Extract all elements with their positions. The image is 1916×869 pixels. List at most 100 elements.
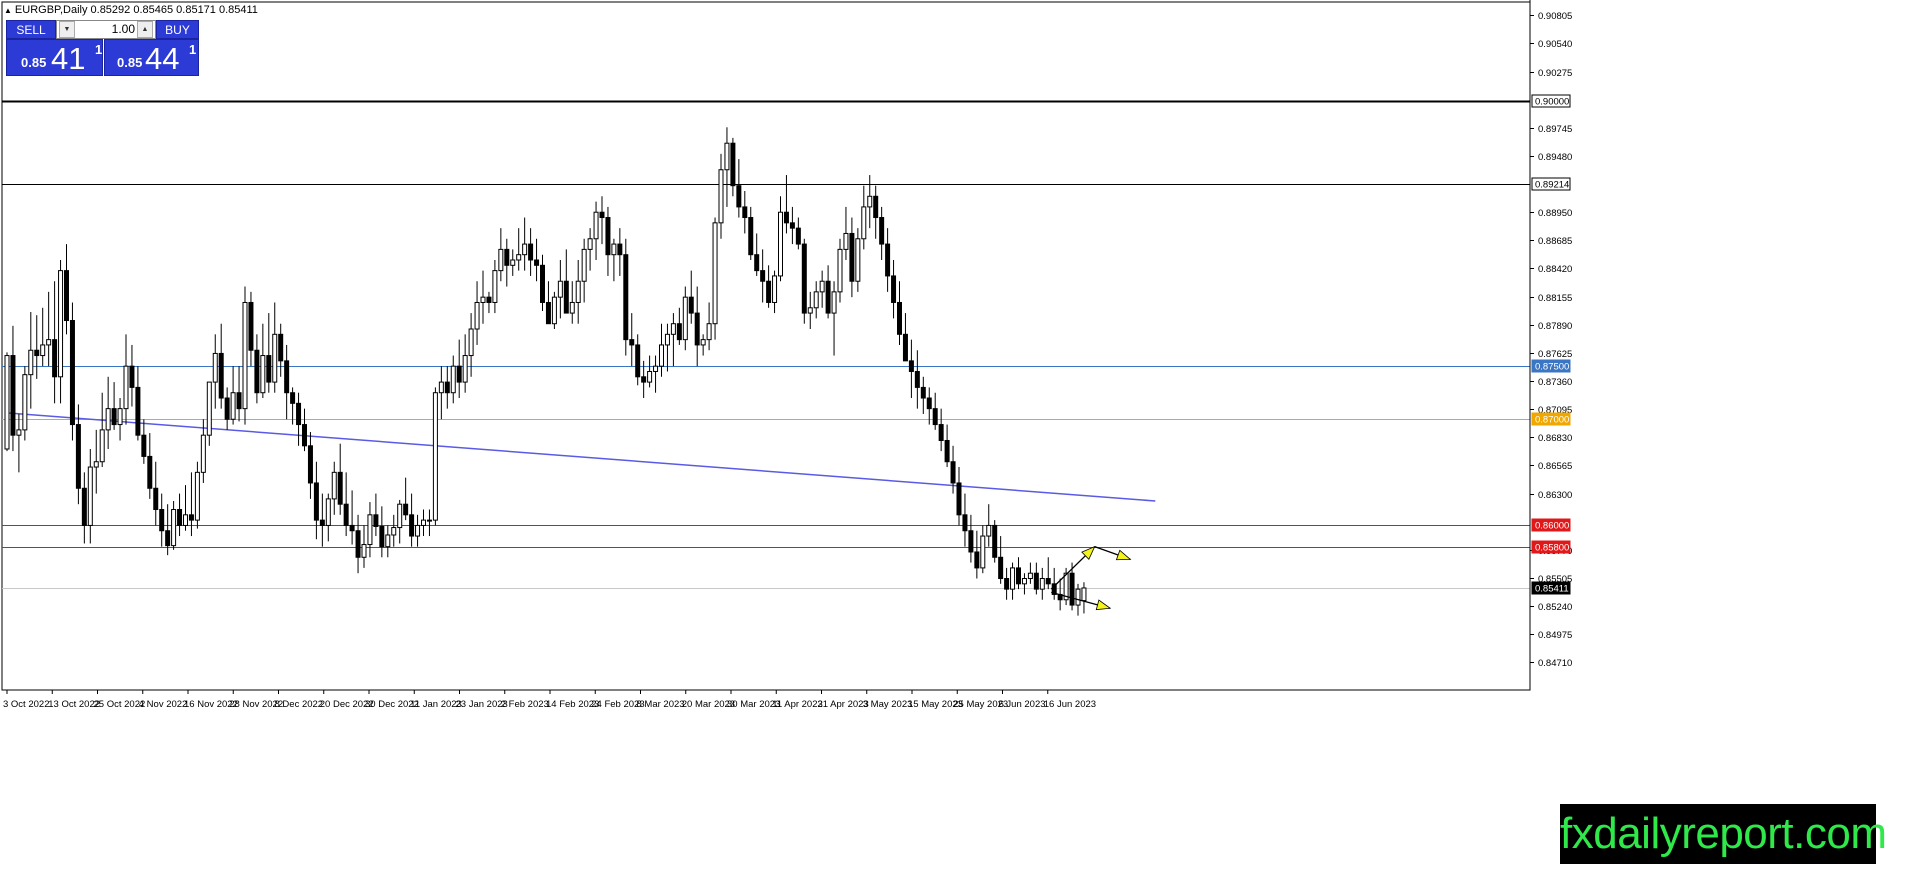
level-price-tag: 0.86000 bbox=[1531, 518, 1571, 532]
y-tick-label: 0.84975 bbox=[1538, 630, 1572, 641]
candle-body bbox=[34, 349, 40, 357]
lot-size-input[interactable]: 1.00 bbox=[77, 21, 135, 38]
candle-body bbox=[1045, 578, 1051, 585]
level-price-tag: 0.89214 bbox=[1531, 177, 1571, 191]
candle-body bbox=[1027, 572, 1033, 580]
buy-price-box[interactable]: 0.85 44 1 bbox=[104, 39, 199, 76]
y-tick-label: 0.84710 bbox=[1538, 658, 1572, 669]
level-tag-text: 0.90000 bbox=[1535, 97, 1569, 108]
candle-body bbox=[647, 370, 653, 383]
candle-body bbox=[486, 296, 492, 303]
y-tick-label: 0.88155 bbox=[1538, 293, 1572, 304]
x-tick-label: 4 Nov 2022 bbox=[139, 699, 188, 710]
level-tag-text: 0.85800 bbox=[1535, 543, 1569, 554]
candle-body bbox=[968, 530, 974, 553]
candle-body bbox=[581, 248, 587, 282]
candle-body bbox=[349, 524, 355, 532]
candle bbox=[623, 238, 629, 356]
candle-body bbox=[218, 352, 224, 399]
candle-body bbox=[254, 349, 260, 394]
x-tick-label: 11 Apr 2023 bbox=[772, 699, 823, 710]
candle-body bbox=[837, 248, 843, 293]
candle-body bbox=[623, 254, 629, 341]
y-tick-label: 0.89480 bbox=[1538, 152, 1572, 163]
candle-body bbox=[242, 301, 248, 410]
x-tick-label: 25 Oct 2022 bbox=[94, 699, 146, 710]
candle-body bbox=[510, 259, 516, 266]
candle-body bbox=[754, 254, 760, 272]
candle-body bbox=[950, 461, 956, 484]
candle-body bbox=[926, 397, 932, 410]
candle-body bbox=[855, 238, 861, 282]
candle bbox=[801, 238, 807, 324]
candle-body bbox=[69, 320, 75, 426]
sell-price-box[interactable]: 0.85 41 1 bbox=[6, 39, 103, 76]
candle-body bbox=[159, 509, 165, 532]
candle-body bbox=[885, 243, 891, 277]
candle-body bbox=[522, 243, 528, 256]
candle bbox=[551, 291, 557, 330]
candle-body bbox=[902, 333, 908, 362]
candle-body bbox=[147, 455, 153, 489]
price-chart[interactable]: 0.90805 0.90540 0.90275 0.89745 0.89480 0.889… bbox=[0, 0, 1916, 864]
candle-body bbox=[718, 169, 724, 224]
y-tick-label: 0.90805 bbox=[1538, 11, 1572, 22]
candle-body bbox=[105, 408, 111, 431]
candle-body bbox=[557, 280, 563, 298]
candle-body bbox=[1033, 572, 1039, 590]
one-click-trading-panel: SELL ▼ 1.00 ▲ BUY 0.85 41 1 0.85 44 1 bbox=[6, 20, 199, 76]
candle-body bbox=[16, 429, 22, 436]
candle-body bbox=[272, 333, 278, 383]
candle-body bbox=[599, 211, 605, 219]
candle-body bbox=[385, 534, 391, 548]
buy-price-pips: 44 bbox=[145, 41, 180, 76]
collapse-triangle-icon[interactable]: ▲ bbox=[4, 6, 12, 15]
candle-body bbox=[587, 238, 593, 250]
candle-body bbox=[861, 206, 867, 240]
candle-body bbox=[611, 243, 617, 256]
candle-body bbox=[920, 386, 926, 399]
sell-button[interactable]: SELL bbox=[6, 20, 56, 39]
lot-increase-icon[interactable]: ▲ bbox=[137, 21, 153, 38]
candle-body bbox=[641, 376, 647, 383]
candle-body bbox=[1039, 578, 1045, 590]
candlestick-chart[interactable]: 0.90805 0.90540 0.90275 0.89745 0.89480 0.889… bbox=[0, 0, 1916, 864]
x-tick-label: 3 May 2023 bbox=[863, 699, 913, 710]
candle-body bbox=[266, 355, 272, 383]
buy-price-fraction: 1 bbox=[189, 42, 197, 57]
buy-button[interactable]: BUY bbox=[156, 20, 199, 39]
y-tick-label: 0.86300 bbox=[1538, 490, 1572, 501]
candle-body bbox=[569, 301, 575, 314]
candle-body bbox=[188, 514, 194, 521]
level-tag-text: 0.87000 bbox=[1535, 415, 1569, 426]
candle-body bbox=[617, 243, 623, 256]
candle-body bbox=[498, 248, 504, 272]
candle-body bbox=[480, 296, 486, 303]
buy-price-prefix: 0.85 bbox=[117, 55, 143, 70]
candle-body bbox=[296, 402, 302, 426]
candle-body bbox=[932, 408, 938, 426]
candle-body bbox=[914, 370, 920, 388]
candle-body bbox=[1081, 587, 1087, 602]
candle-body bbox=[171, 509, 177, 547]
x-tick-label: 11 Jan 2023 bbox=[410, 699, 462, 710]
candle-body bbox=[391, 527, 397, 536]
lot-size-stepper[interactable]: ▼ 1.00 ▲ bbox=[56, 20, 156, 39]
candle-body bbox=[397, 503, 403, 529]
candle-body bbox=[534, 259, 540, 266]
candle-body bbox=[891, 275, 897, 303]
y-tick-label: 0.87890 bbox=[1538, 321, 1572, 332]
candle-body bbox=[849, 232, 855, 282]
candle-body bbox=[694, 312, 700, 346]
candle-body bbox=[670, 323, 676, 335]
x-tick-label: 21 Apr 2023 bbox=[818, 699, 869, 710]
candle-body bbox=[379, 525, 385, 548]
candle-body bbox=[456, 365, 462, 383]
lot-decrease-icon[interactable]: ▼ bbox=[59, 21, 75, 38]
candle-body bbox=[545, 301, 551, 325]
level-tag-text: 0.89214 bbox=[1535, 180, 1569, 191]
candle-body bbox=[409, 514, 415, 537]
candle-body bbox=[194, 471, 200, 521]
candle-body bbox=[28, 349, 34, 376]
candle-body bbox=[200, 434, 206, 473]
